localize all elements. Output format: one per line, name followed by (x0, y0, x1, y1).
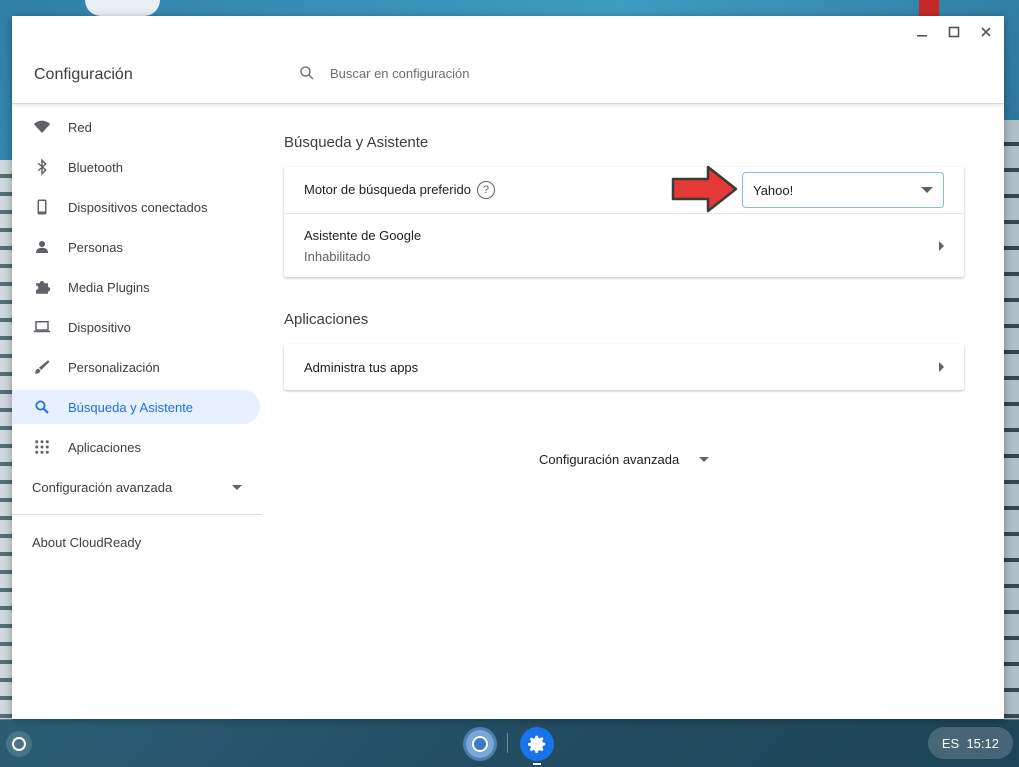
shelf-divider (507, 733, 508, 753)
advanced-settings-label: Configuración avanzada (539, 452, 680, 467)
minimize-button[interactable] (910, 22, 934, 42)
wallpaper-cloud (85, 0, 160, 16)
page-title: Configuración (34, 66, 133, 83)
advanced-settings-toggle[interactable]: Configuración avanzada (539, 452, 710, 467)
search-icon (300, 66, 314, 80)
sidebar-item-label: Media Plugins (68, 279, 150, 295)
search-bar[interactable] (298, 64, 630, 82)
bluetooth-icon (32, 157, 52, 177)
wifi-icon (32, 117, 52, 137)
maximize-icon (948, 26, 960, 38)
sidebar-item-label: Bluetooth (68, 159, 123, 175)
google-assistant-row[interactable]: Asistente de Google Inhabilitado (284, 213, 964, 277)
search-engine-select[interactable]: Yahoo! (742, 172, 944, 208)
apps-grid-icon (32, 437, 52, 457)
wallpaper-accent (919, 0, 939, 16)
help-icon[interactable]: ? (476, 180, 495, 199)
sidebar-item-dispositivo[interactable]: Dispositivo (12, 310, 260, 344)
search-input[interactable] (330, 65, 630, 81)
sidebar-item-label: Personas (68, 239, 123, 255)
search-assistant-card: Motor de búsqueda preferido? Yahoo! Asis… (284, 167, 964, 277)
manage-apps-row[interactable]: Administra tus apps (284, 344, 964, 390)
sidebar-item-aplicaciones[interactable]: Aplicaciones (12, 430, 260, 464)
sidebar-advanced-toggle[interactable]: Configuración avanzada (12, 470, 242, 504)
sidebar-item-personas[interactable]: Personas (12, 230, 260, 264)
sidebar: Red Bluetooth Dispositivos conectados Pe… (12, 110, 268, 559)
person-icon (32, 237, 52, 257)
puzzle-icon (32, 277, 52, 297)
sidebar-item-label: Búsqueda y Asistente (68, 399, 194, 415)
section-title-busqueda: Búsqueda y Asistente (284, 134, 429, 151)
sidebar-item-personalizacion[interactable]: Personalización (12, 350, 260, 384)
minimize-icon (917, 35, 927, 37)
launcher-icon (12, 737, 26, 751)
laptop-icon (32, 317, 52, 337)
chevron-down-icon (921, 187, 933, 193)
sidebar-item-media-plugins[interactable]: Media Plugins (12, 270, 260, 304)
phone-icon (32, 197, 52, 217)
settings-header: Configuración (12, 46, 1004, 104)
sidebar-item-dispositivos-conectados[interactable]: Dispositivos conectados (12, 190, 260, 224)
sidebar-item-label: Red (68, 119, 92, 135)
chevron-right-icon (939, 362, 944, 372)
settings-window: Configuración Red Bluetooth Dispositivos… (12, 16, 1004, 719)
launcher-button[interactable] (6, 731, 32, 757)
chrome-app-button[interactable] (463, 727, 497, 761)
apps-card: Administra tus apps (284, 344, 964, 390)
sidebar-item-bluetooth[interactable]: Bluetooth (12, 150, 260, 184)
system-tray[interactable]: ES 15:12 (927, 727, 1013, 759)
sidebar-divider (12, 514, 262, 515)
google-assistant-label: Asistente de Google (304, 227, 422, 243)
sidebar-item-busqueda-y-asistente[interactable]: Búsqueda y Asistente (12, 390, 260, 424)
chevron-down-icon (232, 484, 242, 490)
taskbar: ES 15:12 (0, 719, 1019, 767)
manage-apps-label: Administra tus apps (304, 359, 419, 375)
main-content: Búsqueda y Asistente Motor de búsqueda p… (284, 110, 966, 390)
search-engine-row: Motor de búsqueda preferido? Yahoo! (284, 167, 964, 213)
sidebar-item-red[interactable]: Red (12, 110, 260, 144)
search-icon (32, 397, 52, 417)
running-indicator (533, 763, 541, 765)
window-controls (910, 22, 998, 42)
sidebar-advanced-label: Configuración avanzada (32, 479, 173, 495)
sidebar-item-label: Dispositivo (68, 319, 131, 335)
tray-status-text: ES 15:12 (941, 735, 999, 751)
brush-icon (32, 357, 52, 377)
maximize-button[interactable] (942, 22, 966, 42)
close-icon (981, 27, 991, 37)
wallpaper-building-right (1004, 120, 1019, 720)
chevron-down-icon (699, 457, 710, 462)
red-arrow-annotation (671, 165, 738, 213)
google-assistant-status: Inhabilitado (304, 248, 371, 264)
close-button[interactable] (974, 22, 998, 42)
search-engine-label: Motor de búsqueda preferido (304, 182, 471, 198)
section-title-aplicaciones: Aplicaciones (284, 311, 369, 328)
sidebar-item-about[interactable]: About CloudReady (12, 525, 268, 559)
sidebar-item-label: Aplicaciones (68, 439, 141, 455)
settings-app-button[interactable] (520, 727, 554, 761)
chevron-right-icon (939, 240, 944, 251)
settings-icon (528, 735, 546, 753)
chrome-icon (466, 730, 494, 758)
wallpaper-building-left (0, 160, 12, 720)
sidebar-item-label: Dispositivos conectados (68, 199, 208, 215)
search-engine-value: Yahoo! (753, 182, 794, 198)
sidebar-item-label: Personalización (68, 359, 160, 375)
